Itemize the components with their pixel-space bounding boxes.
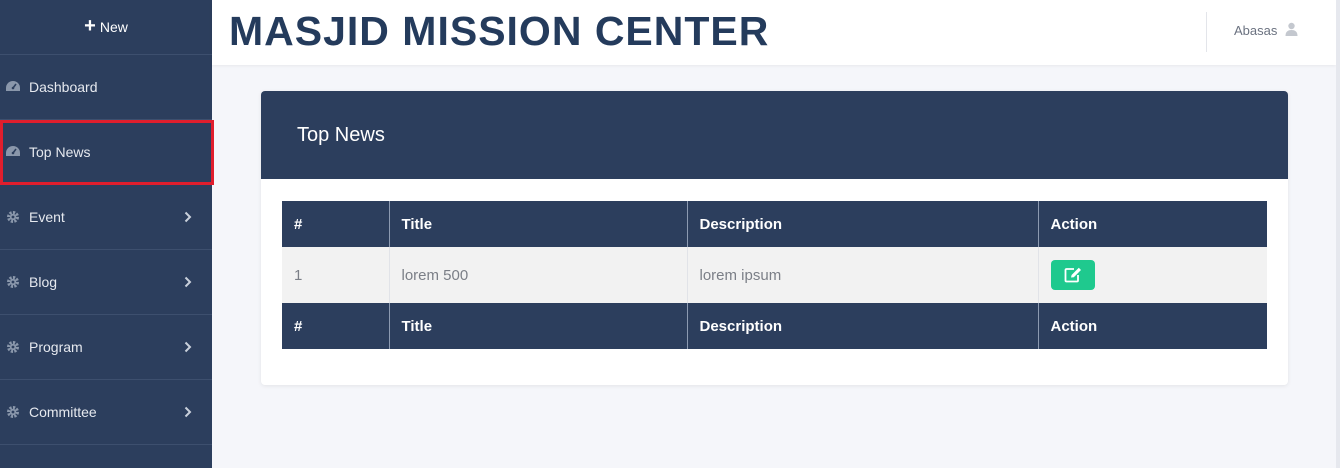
top-header: MASJID MISSION CENTER Abasas xyxy=(212,0,1336,65)
sidebar-item-blog[interactable]: Blog xyxy=(0,250,212,315)
top-news-card: Top News # Title Description Action 1 lo… xyxy=(261,91,1288,385)
column-footer-description: Description xyxy=(687,303,1039,349)
cell-number: 1 xyxy=(282,247,390,303)
new-button[interactable]: + New xyxy=(0,0,212,55)
cell-description: lorem ipsum xyxy=(687,247,1039,303)
sidebar-item-label: Dashboard xyxy=(29,79,98,95)
sidebar-item-label: Program xyxy=(29,339,83,355)
cell-action xyxy=(1038,247,1267,303)
sidebar-item-event[interactable]: Event xyxy=(0,185,212,250)
table-row: 1 lorem 500 lorem ipsum xyxy=(282,247,1267,303)
top-news-table: # Title Description Action 1 lorem 500 l… xyxy=(282,201,1267,349)
scrollbar-track[interactable] xyxy=(1336,0,1340,468)
sidebar-item-label: Event xyxy=(29,209,65,225)
header-divider xyxy=(1206,12,1207,52)
new-button-label: New xyxy=(99,19,128,35)
cell-title: lorem 500 xyxy=(389,247,688,303)
column-footer-action: Action xyxy=(1038,303,1267,349)
sidebar-item-label: Blog xyxy=(29,274,58,290)
user-name: Abasas xyxy=(1234,23,1278,38)
chevron-right-icon xyxy=(184,210,194,224)
column-header-description: Description xyxy=(687,201,1039,247)
sidebar: + New Dashboard Top News Event Blog Prog… xyxy=(0,0,214,468)
site-brand-title: MASJID MISSION CENTER xyxy=(229,8,770,54)
sidebar-item-label: Committee xyxy=(29,404,97,420)
gear-icon xyxy=(5,404,21,420)
sidebar-item-program[interactable]: Program xyxy=(0,315,212,380)
dashboard-icon xyxy=(5,144,21,160)
card-title: Top News xyxy=(297,123,385,146)
sidebar-item-label: Top News xyxy=(29,144,91,160)
user-icon xyxy=(1285,22,1298,39)
plus-icon: + xyxy=(84,15,96,37)
gear-icon xyxy=(5,209,21,225)
column-footer-number: # xyxy=(282,303,390,349)
chevron-right-icon xyxy=(184,275,194,289)
column-header-action: Action xyxy=(1038,201,1267,247)
sidebar-item-dashboard[interactable]: Dashboard xyxy=(0,55,212,120)
sidebar-item-committee[interactable]: Committee xyxy=(0,380,212,445)
column-header-title: Title xyxy=(389,201,688,247)
table-header-row: # Title Description Action xyxy=(282,201,1267,247)
user-menu[interactable]: Abasas xyxy=(1234,22,1298,39)
card-header: Top News xyxy=(261,91,1288,179)
chevron-right-icon xyxy=(184,405,194,419)
edit-button[interactable] xyxy=(1050,260,1095,290)
column-header-number: # xyxy=(282,201,390,247)
gear-icon xyxy=(5,274,21,290)
sidebar-item-top-news[interactable]: Top News xyxy=(0,120,214,185)
column-footer-title: Title xyxy=(389,303,688,349)
gear-icon xyxy=(5,339,21,355)
chevron-right-icon xyxy=(184,340,194,354)
edit-icon xyxy=(1064,267,1081,283)
dashboard-icon xyxy=(5,79,21,95)
table-footer-row: # Title Description Action xyxy=(282,303,1267,349)
